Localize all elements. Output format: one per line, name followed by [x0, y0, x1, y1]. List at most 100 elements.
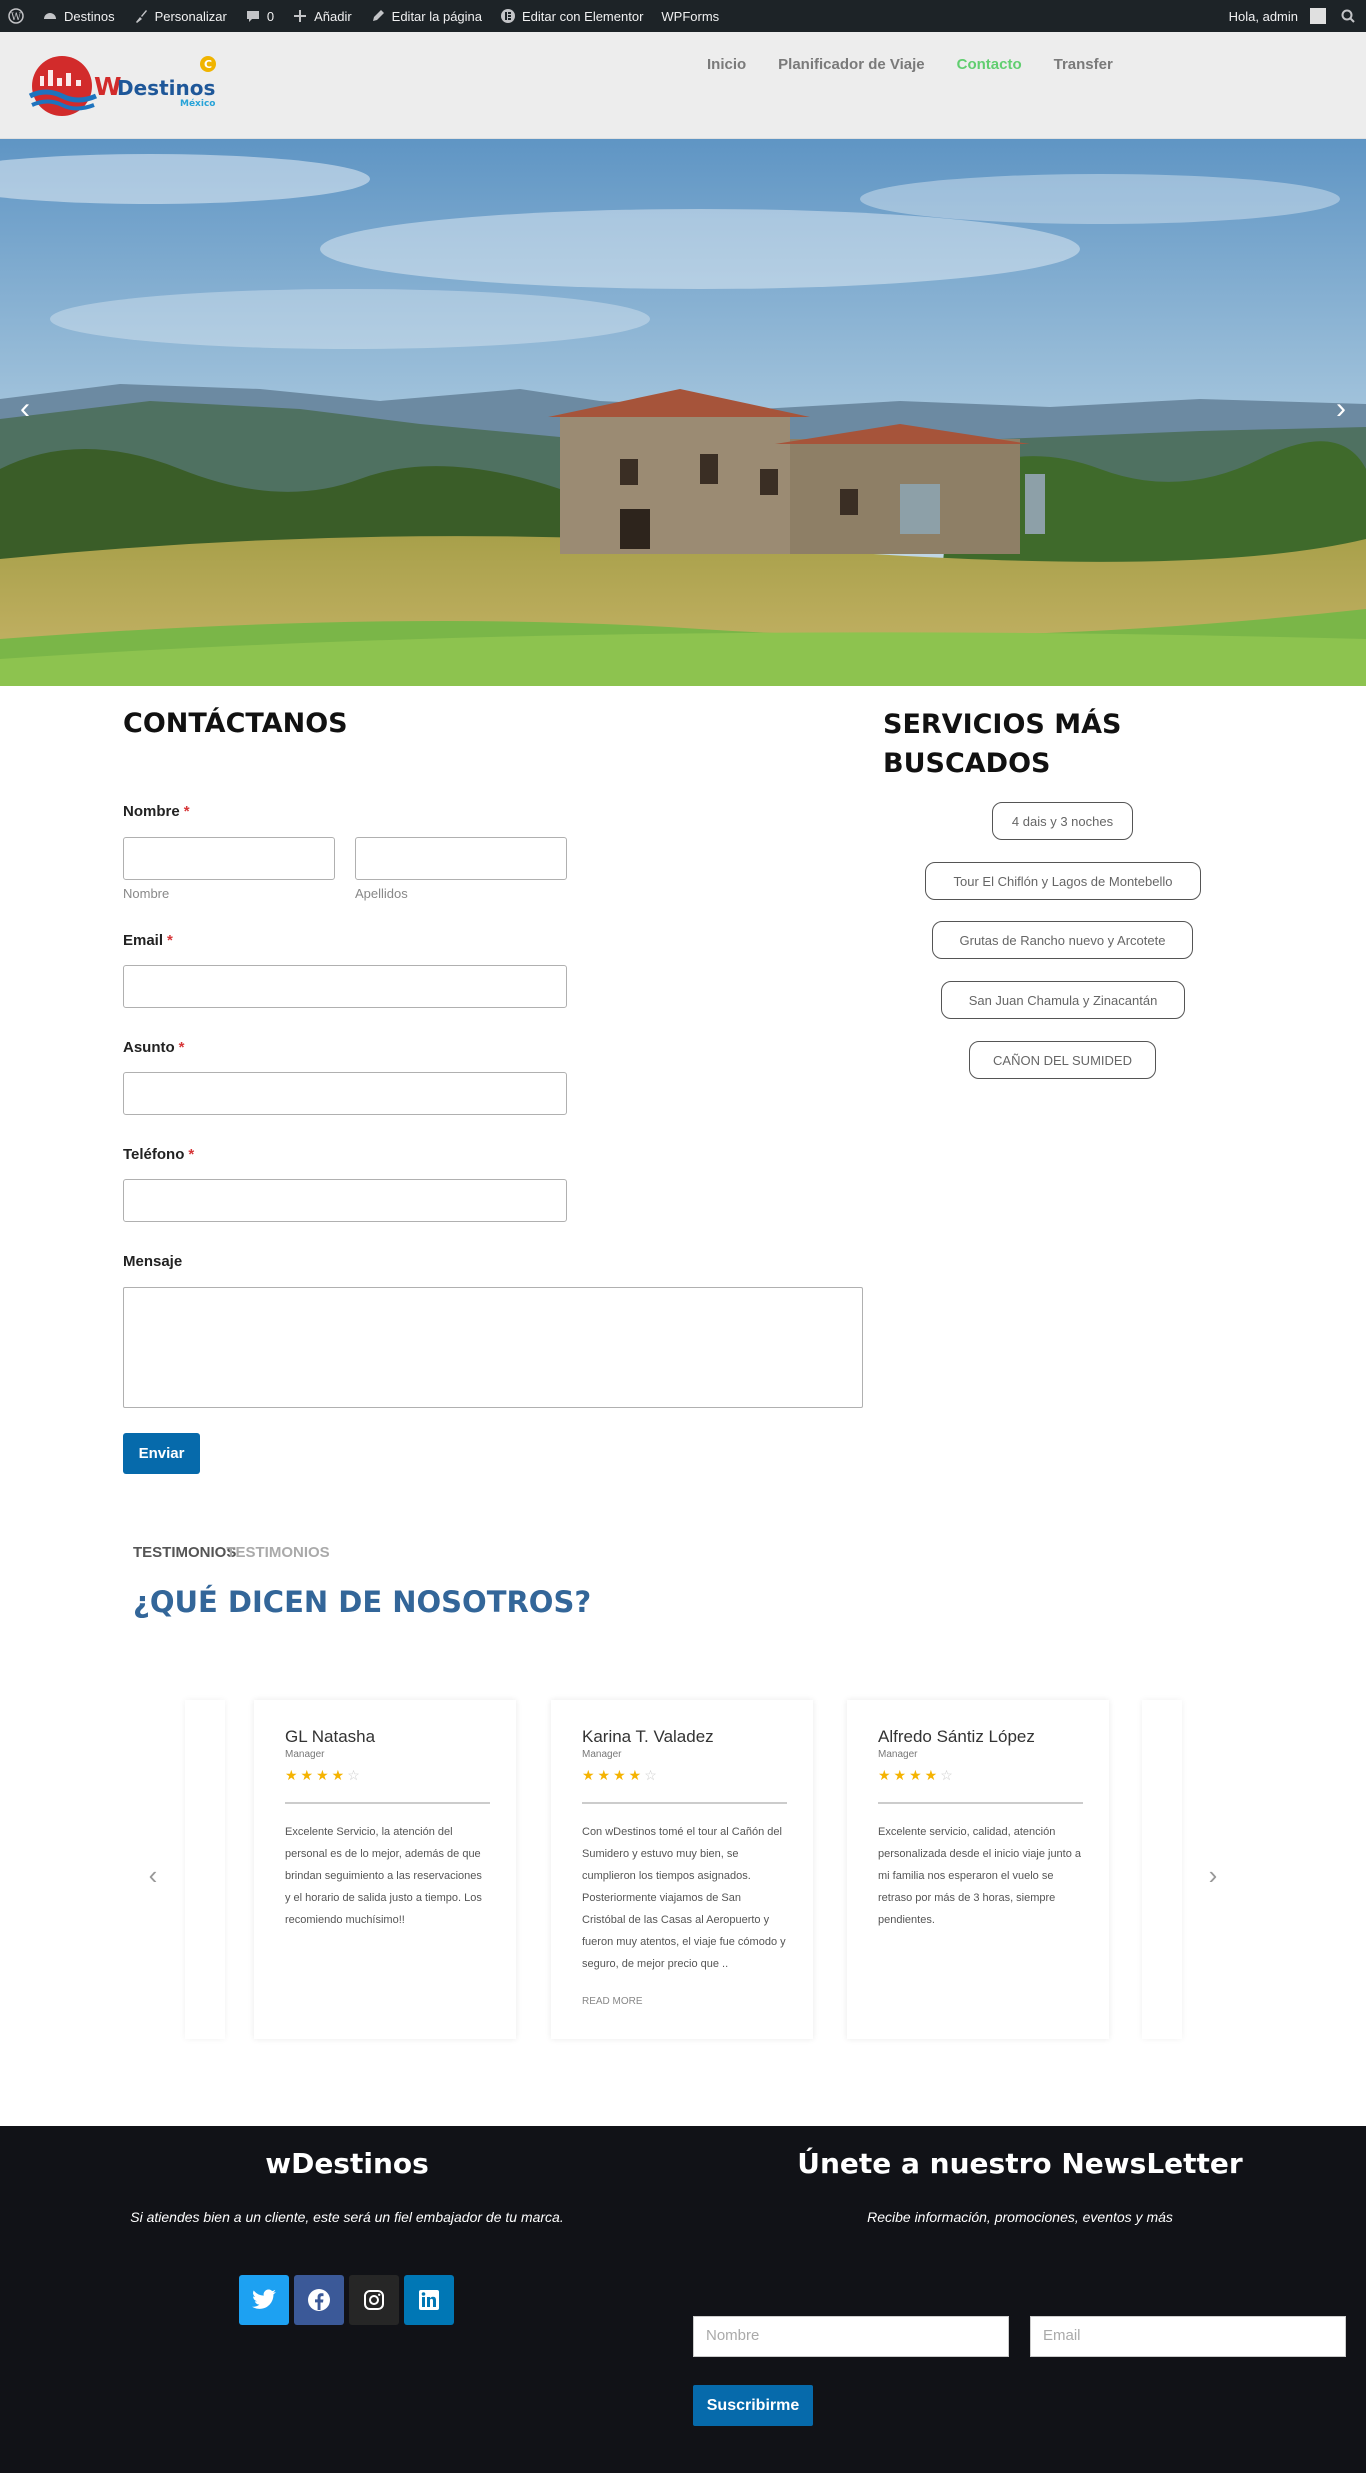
main-nav: Inicio Planificador de Viaje Contacto Tr…: [707, 56, 1113, 73]
nav-inicio[interactable]: Inicio: [707, 56, 746, 73]
phone-field[interactable]: [123, 1179, 567, 1222]
testimonials-prev-arrow[interactable]: ‹: [143, 1860, 163, 1890]
newsletter-email-input[interactable]: Email: [1030, 2316, 1346, 2357]
admin-bar: W Destinos Personalizar 0 Añadir Editar …: [0, 0, 1366, 32]
admin-bar-wpforms-label: WPForms: [661, 8, 720, 24]
testimonials-next-arrow[interactable]: ›: [1203, 1860, 1223, 1890]
nombre-label-text: Nombre: [123, 803, 180, 820]
testimonial-card: GL Natasha Manager ★★★★☆ Excelente Servi…: [254, 1700, 516, 2039]
newsletter-title: Únete a nuestro NewsLetter: [797, 2147, 1243, 2180]
telefono-label-text: Teléfono: [123, 1146, 185, 1163]
email-field[interactable]: [123, 965, 567, 1008]
testimonials-tag-text: TESTIMONIOS: [133, 1544, 237, 1561]
subject-field[interactable]: [123, 1072, 567, 1115]
admin-bar-new[interactable]: Añadir: [292, 8, 352, 24]
testimonial-text: Con wDestinos tomé el tour al Cañón del …: [582, 1826, 786, 1970]
facebook-icon[interactable]: [294, 2275, 344, 2325]
site-logo[interactable]: W Destinos México C: [28, 50, 228, 120]
nav-planificador[interactable]: Planificador de Viaje: [778, 56, 924, 73]
nav-transfer[interactable]: Transfer: [1054, 56, 1113, 73]
wordpress-icon: W: [8, 8, 24, 24]
asunto-label: Asunto *: [123, 1039, 185, 1056]
email-label: Email *: [123, 932, 173, 949]
site-header: W Destinos México C Inicio Planificador …: [0, 32, 1366, 139]
testimonial-card: Karina T. Valadez Manager ★★★★☆ Con wDes…: [551, 1700, 813, 2039]
plus-icon: [292, 8, 308, 24]
testimonial-card-partial: [185, 1700, 225, 2039]
testimonial-text: Excelente servicio, calidad, atención pe…: [878, 1826, 1082, 1926]
admin-bar-wpforms[interactable]: WPForms: [661, 9, 719, 24]
elementor-icon: [500, 8, 516, 24]
read-more-link[interactable]: READ MORE: [582, 1996, 643, 2007]
testimonial-text: Excelente Servicio, la atención del pers…: [285, 1826, 482, 1926]
first-name-input[interactable]: [123, 837, 335, 880]
avatar: [1310, 8, 1326, 24]
required-mark: *: [188, 1146, 195, 1163]
testimonial-role: Manager: [878, 1749, 918, 1760]
admin-bar-site[interactable]: Destinos: [42, 8, 115, 24]
rating-stars: ★★★★☆: [582, 1767, 660, 1783]
admin-bar-comments[interactable]: 0: [245, 8, 274, 24]
email-label-text: Email: [123, 932, 164, 949]
hero-image: [0, 139, 1366, 686]
svg-text:Destinos: Destinos: [117, 76, 215, 100]
svg-text:C: C: [204, 58, 212, 71]
testimonials-tag-ghost: TESTIMONIOS: [226, 1544, 330, 1561]
admin-bar-wordpress[interactable]: W: [8, 8, 24, 24]
linkedin-icon[interactable]: [404, 2275, 454, 2325]
footer-brand: wDestinos: [265, 2147, 429, 2180]
instagram-icon[interactable]: [349, 2275, 399, 2325]
admin-bar-edit-page[interactable]: Editar la página: [370, 8, 482, 24]
service-item[interactable]: CAÑON DEL SUMIDED: [969, 1041, 1156, 1079]
service-item[interactable]: 4 dais y 3 noches: [992, 802, 1133, 840]
comment-icon: [245, 8, 261, 24]
testimonial-name: Karina T. Valadez: [582, 1727, 714, 1746]
subscribe-button[interactable]: Suscribirme: [693, 2385, 813, 2426]
testimonials-title: ¿QUÉ DICEN DE NOSOTROS?: [133, 1585, 592, 1619]
message-textarea[interactable]: [123, 1287, 863, 1408]
telefono-label: Teléfono *: [123, 1146, 194, 1163]
admin-bar-site-label: Destinos: [64, 8, 115, 24]
divider: [582, 1802, 787, 1804]
newsletter-name-input[interactable]: Nombre: [693, 2316, 1009, 2357]
testimonial-name: Alfredo Sántiz López: [878, 1727, 1035, 1746]
required-mark: *: [167, 932, 173, 949]
first-name-sublabel: Nombre: [123, 886, 170, 901]
hero-prev-arrow[interactable]: ‹: [10, 389, 40, 429]
last-name-input[interactable]: [355, 837, 567, 880]
testimonials-tag: TESTIMONIOSTESTIMONIOS: [133, 1544, 330, 1561]
testimonial-card-partial: [1142, 1700, 1182, 2039]
admin-bar-elementor-label: Editar con Elementor: [522, 8, 644, 24]
admin-bar-comments-count: 0: [266, 8, 275, 24]
admin-bar-new-label: Añadir: [314, 8, 352, 24]
service-item[interactable]: Tour El Chiflón y Lagos de Montebello: [925, 862, 1201, 900]
twitter-icon[interactable]: [239, 2275, 289, 2325]
testimonial-role: Manager: [285, 1749, 325, 1760]
pencil-icon: [370, 8, 386, 24]
admin-bar-customize[interactable]: Personalizar: [133, 8, 227, 24]
hero-next-arrow[interactable]: ›: [1326, 389, 1356, 429]
services-title: SERVICIOS MÁS BUSCADOS: [883, 709, 1122, 779]
service-item[interactable]: San Juan Chamula y Zinacantán: [941, 981, 1185, 1019]
send-button[interactable]: Enviar: [123, 1433, 200, 1474]
nav-contacto[interactable]: Contacto: [957, 56, 1022, 73]
nombre-label: Nombre *: [123, 803, 190, 820]
last-name-sublabel: Apellidos: [355, 886, 408, 901]
admin-bar-elementor[interactable]: Editar con Elementor: [500, 8, 643, 24]
admin-bar-greeting: Hola, admin: [1228, 8, 1298, 24]
divider: [285, 1802, 490, 1804]
contact-title: CONTÁCTANOS: [123, 708, 348, 739]
asunto-label-text: Asunto: [123, 1039, 175, 1056]
required-mark: *: [183, 803, 190, 820]
admin-bar-account[interactable]: Hola, admin: [1229, 8, 1326, 24]
required-mark: *: [178, 1039, 185, 1056]
search-icon[interactable]: [1340, 8, 1356, 24]
service-item[interactable]: Grutas de Rancho nuevo y Arcotete: [932, 921, 1193, 959]
divider: [878, 1802, 1083, 1804]
footer-tagline: Si atiendes bien a un cliente, este será…: [130, 2209, 564, 2225]
admin-bar-edit-page-label: Editar la página: [391, 8, 482, 24]
brush-icon: [133, 8, 149, 24]
testimonial-role: Manager: [582, 1749, 622, 1760]
rating-stars: ★★★★☆: [285, 1767, 363, 1783]
mensaje-label-text: Mensaje: [123, 1253, 183, 1270]
